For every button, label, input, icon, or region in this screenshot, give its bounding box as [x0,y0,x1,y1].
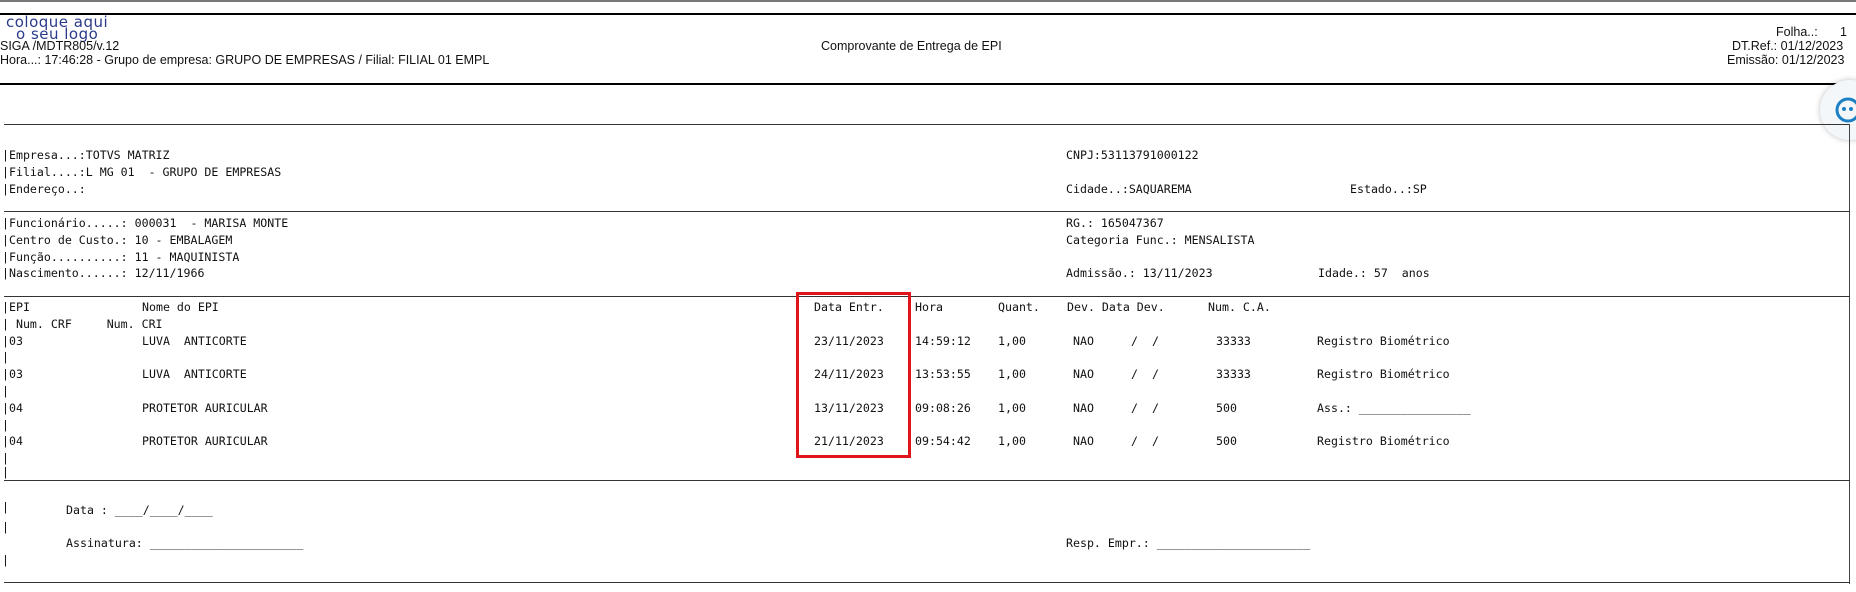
col-quant-header: Quant. [998,300,1040,314]
col-hora-header: Hora [915,300,943,314]
row-datadev: / / [1131,367,1159,381]
report-box-top [4,124,1850,125]
row-ass: Registro Biométrico [1317,434,1450,448]
row-nome: LUVA ANTICORTE [142,367,247,381]
row-quant: 1,00 [998,367,1026,381]
row-spacer: | [2,418,9,432]
data-entr-highlight [796,292,911,458]
row-dev: NAO [1073,367,1094,381]
dt-ref: DT.Ref.: 01/12/2023 [1732,39,1844,53]
row-ca: 500 [1216,401,1237,415]
resp-empr-line: Resp. Empr.: ______________________ [1066,536,1311,550]
row-epi: |04 [2,434,23,448]
folha-label: Folha..: [1776,25,1818,39]
row-spacer: | [2,465,9,479]
chat-assistant-icon [1835,97,1856,123]
folha-value: 1 [1840,25,1847,39]
row-quant: 1,00 [998,434,1026,448]
company-logo: coloque aqui o seu logo [6,15,108,42]
row-nome: PROTETOR AURICULAR [142,401,268,415]
row-hora: 09:08:26 [915,401,971,415]
row-ass: Ass.: ________________ [1317,401,1471,415]
row-datadev: / / [1131,434,1159,448]
col-ca-header: Num. C.A. [1208,300,1271,314]
row-dev: NAO [1073,334,1094,348]
cnpj: CNPJ:53113791000122 [1066,148,1199,162]
col-dev-header: Dev. Data Dev. [1067,300,1165,314]
row-datadev: / / [1131,334,1159,348]
assinatura-line: Assinatura: ______________________ [66,536,304,550]
row-epi: |03 [2,367,23,381]
report-title: Comprovante de Entrega de EPI [821,39,1002,53]
row-hora: 14:59:12 [915,334,971,348]
row-dev: NAO [1073,434,1094,448]
idade: Idade.: 57 anos [1318,266,1430,280]
categoria-func: Categoria Func.: MENSALISTA [1066,233,1255,247]
left-border-mark: | [2,553,9,567]
row-datadev: / / [1131,401,1159,415]
funcionario: |Funcionário.....: 000031 - MARISA MONTE [2,216,289,230]
centro-de-custo: |Centro de Custo.: 10 - EMBALAGEM [2,233,233,247]
row-ass: Registro Biométrico [1317,367,1450,381]
empresa: |Empresa...:TOTVS MATRIZ [2,148,170,162]
emissao: Emissão: 01/12/2023 [1727,53,1845,67]
top-border [0,0,1856,2]
row-ass: Registro Biométrico [1317,334,1450,348]
company-separator [4,211,1850,212]
data-line: Data : ____/____/____ [66,503,213,517]
row-nome: PROTETOR AURICULAR [142,434,268,448]
program-id: SIGA /MDTR805/v.12 [0,39,120,53]
row-quant: 1,00 [998,334,1026,348]
filial: |Filial....:L MG 01 - GRUPO DE EMPRESAS [2,165,282,179]
subheader: | Num. CRF Num. CRI [2,317,163,331]
row-nome: LUVA ANTICORTE [142,334,247,348]
assistant-widget[interactable] [1820,80,1856,140]
funcao: |Função..........: 11 - MAQUINISTA [2,250,240,264]
endereco: |Endereço..: [2,182,86,196]
row-spacer: | [2,384,9,398]
report-box-right [1849,124,1850,584]
header-bottom-rule [0,83,1856,85]
row-dev: NAO [1073,401,1094,415]
row-quant: 1,00 [998,401,1026,415]
row-epi: |04 [2,401,23,415]
left-border-mark: | [2,500,9,514]
row-ca: 33333 [1216,367,1251,381]
header-time-group: Hora...: 17:46:28 - Grupo de empresa: GR… [0,53,490,67]
nascimento: |Nascimento......: 12/11/1966 [2,266,205,280]
left-border-mark: | [2,520,9,534]
estado: Estado..:SP [1350,182,1427,196]
report-box-bottom [4,582,1850,583]
rg: RG.: 165047367 [1066,216,1164,230]
admissao: Admissão.: 13/11/2023 [1066,266,1213,280]
cidade: Cidade..:SAQUAREMA [1066,182,1192,196]
table-bottom-separator [4,480,1850,481]
col-nome-header: Nome do EPI [142,300,219,314]
row-spacer: | [2,451,9,465]
employee-separator [4,296,1850,297]
row-ca: 500 [1216,434,1237,448]
row-spacer: | [2,350,9,364]
header-top-rule [0,13,1856,15]
row-ca: 33333 [1216,334,1251,348]
row-hora: 09:54:42 [915,434,971,448]
row-hora: 13:53:55 [915,367,971,381]
row-epi: |03 [2,334,23,348]
col-epi-header: |EPI [2,300,30,314]
